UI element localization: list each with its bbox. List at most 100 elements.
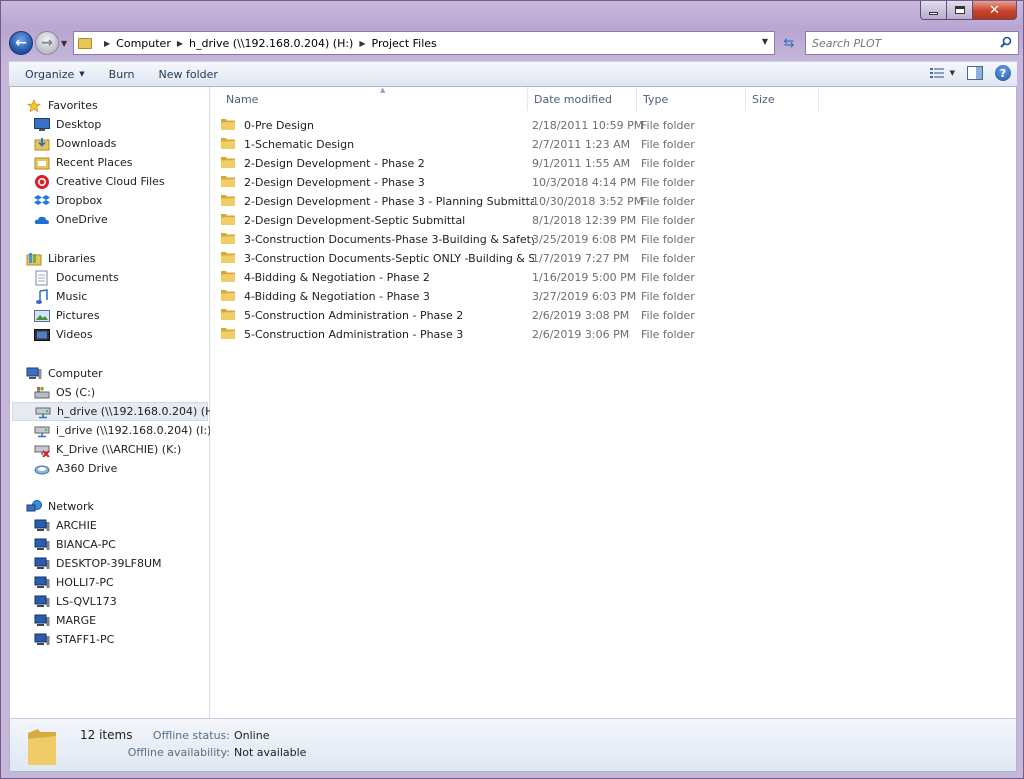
recent-pages-dropdown[interactable]: ▼	[61, 39, 71, 48]
refresh-icon[interactable]: ⇆	[779, 34, 799, 52]
column-header-date[interactable]: Date modified	[528, 87, 637, 111]
details-view-icon	[929, 68, 944, 78]
change-view-button[interactable]: ▼	[929, 67, 955, 79]
close-button[interactable]: ✕	[973, 1, 1017, 20]
sidebar-item-music[interactable]: Music	[34, 287, 87, 306]
chevron-down-icon: ▼	[949, 69, 955, 77]
back-arrow-icon: ←	[15, 35, 27, 51]
sidebar-item-k-drive-archie-k[interactable]: K_Drive (\\ARCHIE) (K:)	[34, 440, 181, 459]
close-icon: ✕	[989, 2, 1000, 18]
sidebar-item-bianca-pc[interactable]: BIANCA-PC	[34, 535, 116, 554]
back-button[interactable]: ←	[9, 31, 33, 55]
table-row[interactable]: 4-Bidding & Negotiation - Phase 2 1/16/20…	[220, 268, 820, 287]
chevron-right-icon[interactable]: ▶	[104, 39, 110, 48]
search-icon[interactable]	[1000, 36, 1012, 48]
folder-icon	[220, 193, 244, 210]
sidebar-item-documents[interactable]: Documents	[34, 268, 119, 287]
sidebar-item-marge[interactable]: MARGE	[34, 611, 96, 630]
sidebar-item-label: i_drive (\\192.168.0.204) (I:)	[56, 424, 212, 437]
breadcrumb-h-drive[interactable]: h_drive (\\192.168.0.204) (H:)	[189, 37, 353, 50]
preview-pane-button[interactable]	[967, 66, 983, 80]
netpc-icon	[34, 613, 50, 629]
sidebar-item-i-drive-192-168-0-204-i[interactable]: i_drive (\\192.168.0.204) (I:)	[34, 421, 211, 440]
sidebar-item-h-drive-192-168-0-204-h[interactable]: h_drive (\\192.168.0.204) (H:)	[12, 402, 221, 421]
netpc-icon	[34, 575, 50, 591]
search-box[interactable]	[805, 31, 1019, 55]
chevron-right-icon[interactable]: ▶	[177, 39, 183, 48]
sidebar-item-creative-cloud-files[interactable]: Creative Cloud Files	[34, 172, 165, 191]
file-type: File folder	[641, 119, 695, 132]
breadcrumb-computer[interactable]: Computer	[116, 37, 171, 50]
organize-label: Organize	[25, 67, 75, 81]
sidebar-item-desktop-39lf8um[interactable]: DESKTOP-39LF8UM	[34, 554, 162, 573]
table-row[interactable]: 3-Construction Documents-Phase 3-Buildin…	[220, 230, 820, 249]
table-row[interactable]: 2-Design Development-Septic Submittal 8/1…	[220, 211, 820, 230]
table-row[interactable]: 4-Bidding & Negotiation - Phase 3 3/27/20…	[220, 287, 820, 306]
sidebar-item-recent-places[interactable]: Recent Places	[34, 153, 133, 172]
file-date-modified: 8/1/2018 12:39 PM	[532, 214, 637, 227]
file-name: 5-Construction Administration - Phase 3	[244, 328, 464, 341]
file-type: File folder	[641, 195, 695, 208]
details-pane: 12 items Offline status: Online Offline …	[9, 718, 1017, 772]
netpc-icon	[34, 594, 50, 610]
sidebar-header-libraries[interactable]: Libraries	[26, 249, 96, 268]
table-row[interactable]: 2-Design Development - Phase 3 10/3/2018 …	[220, 173, 820, 192]
sidebar-item-os-c[interactable]: OS (C:)	[34, 383, 95, 402]
breadcrumb-project-files[interactable]: Project Files	[372, 37, 437, 50]
table-row[interactable]: 5-Construction Administration - Phase 3 2…	[220, 325, 820, 344]
sort-ascending-icon: ▲	[380, 86, 386, 94]
table-row[interactable]: 0-Pre Design 2/18/2011 10:59 PM File folde…	[220, 116, 820, 135]
sidebar-item-archie[interactable]: ARCHIE	[34, 516, 97, 535]
sidebar-header-favorites[interactable]: Favorites	[26, 96, 98, 115]
sidebar-item-onedrive[interactable]: OneDrive	[34, 210, 108, 229]
column-headers: Name ▲ Date modified Type Size	[210, 86, 1016, 111]
address-dropdown-icon[interactable]: ▼	[762, 37, 768, 46]
table-row[interactable]: 1-Schematic Design 2/7/2011 1:23 AM File f…	[220, 135, 820, 154]
file-date-modified: 2/7/2011 1:23 AM	[532, 138, 631, 151]
sidebar-item-downloads[interactable]: Downloads	[34, 134, 116, 153]
table-row[interactable]: 2-Design Development - Phase 3 - Plannin…	[220, 192, 820, 211]
documents-icon	[34, 270, 50, 286]
burn-button[interactable]: Burn	[109, 68, 135, 81]
offline-status-label: Offline status:	[152, 729, 230, 742]
table-row[interactable]: 5-Construction Administration - Phase 2 2…	[220, 306, 820, 325]
address-bar[interactable]: ▶ Computer ▶ h_drive (\\192.168.0.204) (…	[73, 31, 775, 55]
search-input[interactable]	[812, 36, 992, 50]
sidebar-item-pictures[interactable]: Pictures	[34, 306, 100, 325]
sidebar-item-holli7-pc[interactable]: HOLLI7-PC	[34, 573, 114, 592]
sidebar-item-videos[interactable]: Videos	[34, 325, 93, 344]
sidebar-item-label: OneDrive	[56, 213, 108, 226]
maximize-button[interactable]	[947, 1, 973, 20]
sidebar-item-desktop[interactable]: Desktop	[34, 115, 101, 134]
sidebar-item-ls-qvl173[interactable]: LS-QVL173	[34, 592, 117, 611]
column-header-size-label: Size	[752, 92, 775, 106]
folder-icon	[78, 37, 92, 49]
sidebar-item-label: Pictures	[56, 309, 100, 322]
sidebar-item-staff1-pc[interactable]: STAFF1-PC	[34, 630, 114, 649]
file-date-modified: 2/6/2019 3:06 PM	[532, 328, 630, 341]
file-date-modified: 3/27/2019 6:03 PM	[532, 290, 637, 303]
table-row[interactable]: 2-Design Development - Phase 2 9/1/2011 1…	[220, 154, 820, 173]
sidebar-item-dropbox[interactable]: Dropbox	[34, 191, 102, 210]
help-button[interactable]: ?	[995, 65, 1011, 81]
column-header-type[interactable]: Type	[637, 87, 746, 111]
folder-icon	[220, 117, 244, 134]
sidebar-header-network[interactable]: Network	[26, 497, 94, 516]
netpc-icon	[34, 556, 50, 572]
sidebar-header-computer[interactable]: Computer	[26, 364, 103, 383]
column-header-name[interactable]: Name ▲	[220, 86, 528, 111]
organize-button[interactable]: Organize ▼	[25, 68, 85, 81]
new-folder-button[interactable]: New folder	[159, 68, 218, 81]
netdrive_x-icon	[34, 442, 50, 458]
file-type: File folder	[641, 328, 695, 341]
chevron-right-icon[interactable]: ▶	[359, 39, 365, 48]
table-row[interactable]: 3-Construction Documents-Septic ONLY -Bu…	[220, 249, 820, 268]
a360-icon	[34, 461, 50, 477]
minimize-button[interactable]	[920, 1, 947, 20]
folder-icon	[28, 729, 56, 765]
column-header-size[interactable]: Size	[746, 87, 819, 111]
folder-icon	[220, 250, 244, 267]
forward-button[interactable]: →	[35, 31, 59, 55]
sidebar-item-a360-drive[interactable]: A360 Drive	[34, 459, 117, 478]
netpc-icon	[34, 537, 50, 553]
